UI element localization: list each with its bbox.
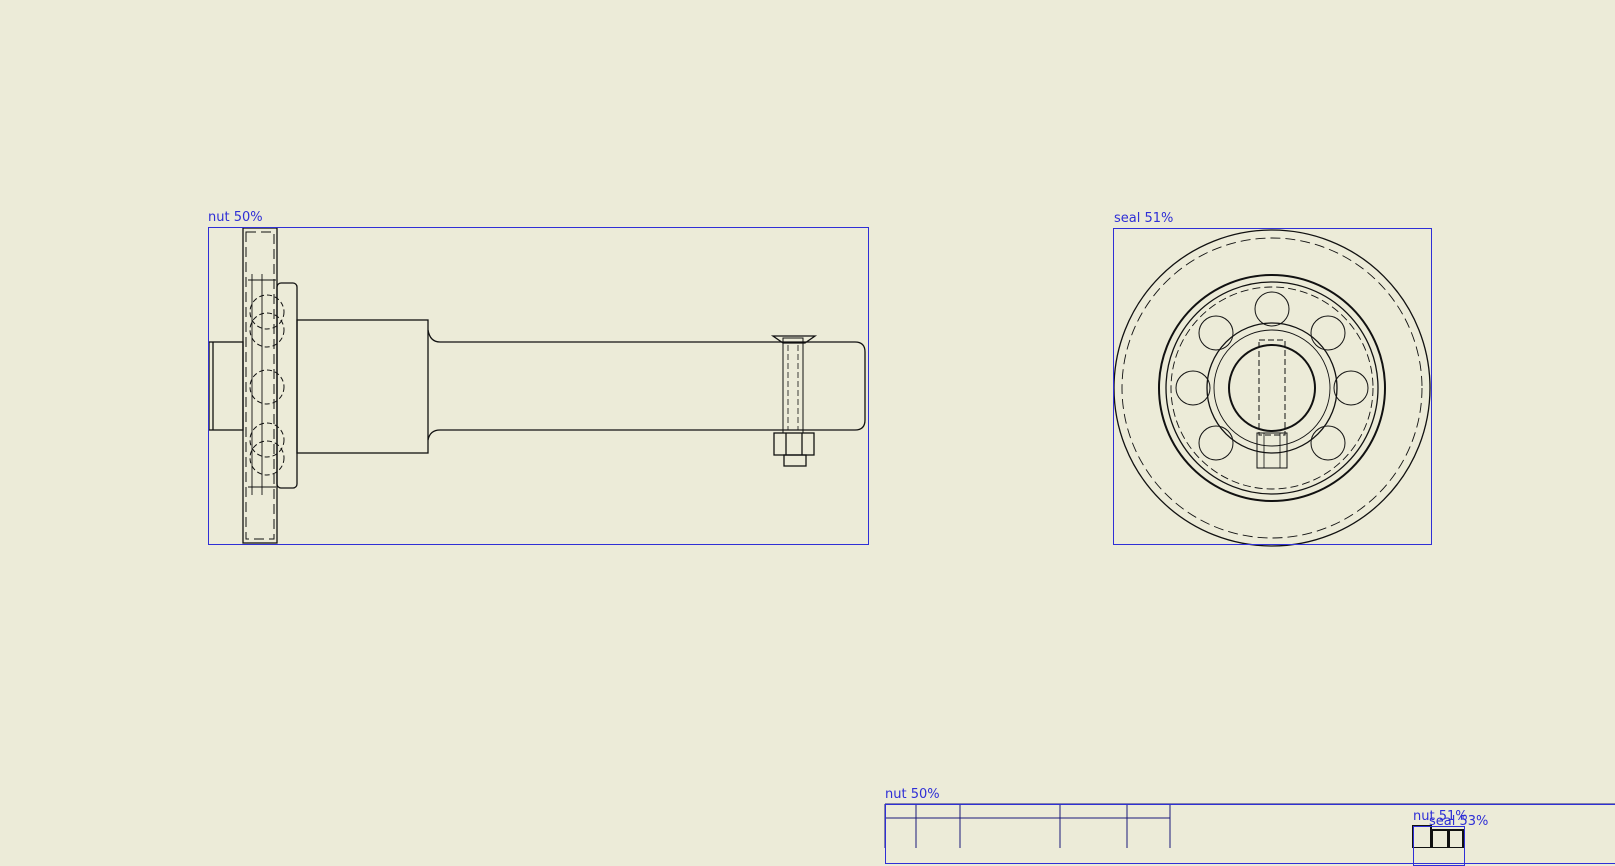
detection-box-nut-titleblock <box>885 804 1615 864</box>
detection-label-nut-titleblock: nut 50% <box>885 787 940 802</box>
detection-box-nut <box>208 227 869 545</box>
detection-label-seal: seal 51% <box>1114 211 1174 226</box>
detection-box-seal <box>1113 228 1432 545</box>
detection-label-nut: nut 50% <box>208 210 263 225</box>
detection-label-seal-small: seal 53% <box>1429 814 1489 829</box>
detection-box-nut-small <box>1413 826 1465 866</box>
